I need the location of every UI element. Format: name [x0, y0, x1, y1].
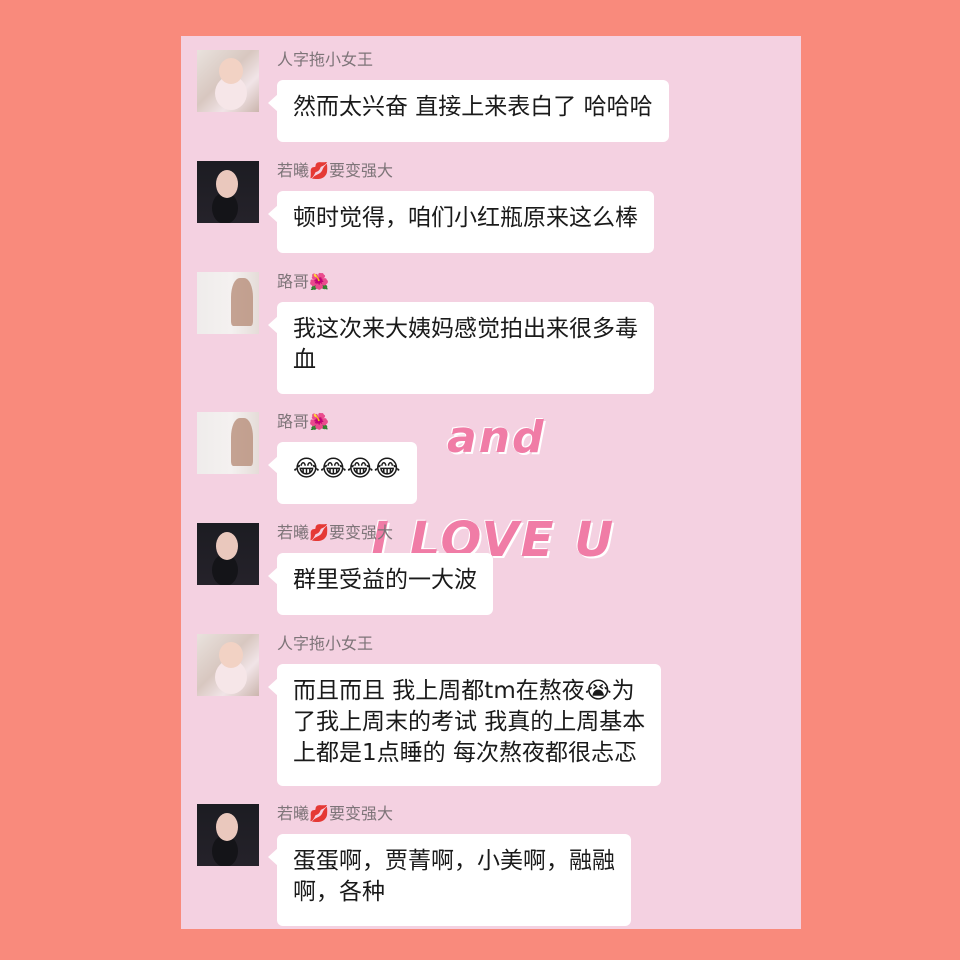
- message-text-line: 蛋蛋啊，贾菁啊，小美啊，融融: [293, 848, 615, 874]
- message-text: 顿时觉得，咱们小红瓶原来这么棒: [293, 205, 638, 231]
- message-text-line: 了我上周末的考试 我真的上周基本: [293, 709, 646, 735]
- sender-name: 若曦💋要变强大: [277, 523, 393, 542]
- sender-name: 若曦💋要变强大: [277, 804, 393, 823]
- message-bubble[interactable]: 😂😂😂😂: [268, 442, 417, 504]
- sender-avatar[interactable]: [197, 804, 259, 866]
- message-text: 群里受益的一大波: [293, 567, 477, 593]
- lips-icon: 💋: [309, 523, 329, 542]
- sender-avatar[interactable]: [197, 523, 259, 585]
- message-text-line: 血: [293, 347, 316, 373]
- lips-icon: 💋: [309, 161, 329, 180]
- sender-name: 路哥🌺: [277, 272, 329, 291]
- sender-name: 路哥🌺: [277, 412, 329, 431]
- message-bubble[interactable]: 我这次来大姨妈感觉拍出来很多毒 血: [268, 302, 654, 394]
- message-text-line: 上都是1点睡的 每次熬夜都很忐忑: [293, 740, 637, 766]
- message-bubble[interactable]: 而且而且 我上周都tm在熬夜😭为 了我上周末的考试 我真的上周基本 上都是1点睡…: [267, 664, 662, 786]
- sender-name: 若曦💋要变强大: [277, 161, 393, 180]
- message-text-line: 而且而且 我上周都tm在熬夜😭为: [293, 678, 635, 704]
- tears-of-joy-emoji-row: 😂😂😂😂: [293, 456, 401, 482]
- sender-name: 人字拖小女王: [277, 50, 374, 69]
- watermark-and-text: and: [447, 412, 546, 463]
- message-text-line: 我这次来大姨妈感觉拍出来很多毒: [293, 316, 638, 342]
- message-bubble[interactable]: 蛋蛋啊，贾菁啊，小美啊，融融 啊，各种: [268, 834, 631, 926]
- sender-avatar[interactable]: [197, 50, 259, 112]
- sender-avatar[interactable]: [197, 161, 259, 223]
- message-text: 然而太兴奋 直接上来表白了 哈哈哈: [293, 94, 653, 120]
- hibiscus-icon: 🌺: [309, 272, 329, 291]
- sender-avatar[interactable]: [197, 634, 259, 696]
- sender-avatar[interactable]: [197, 412, 259, 474]
- hibiscus-icon: 🌺: [309, 412, 329, 431]
- chat-panel: and I LOVE U 人字拖小女王 然而太兴奋 直接上来表白了 哈哈哈 若曦…: [181, 36, 801, 929]
- sender-name: 人字拖小女王: [277, 634, 374, 653]
- message-bubble[interactable]: 然而太兴奋 直接上来表白了 哈哈哈: [268, 80, 669, 142]
- message-bubble[interactable]: 群里受益的一大波: [268, 553, 493, 615]
- lips-icon: 💋: [309, 804, 329, 823]
- sender-avatar[interactable]: [197, 272, 259, 334]
- message-text-line: 啊，各种: [293, 879, 385, 905]
- message-bubble[interactable]: 顿时觉得，咱们小红瓶原来这么棒: [268, 191, 654, 253]
